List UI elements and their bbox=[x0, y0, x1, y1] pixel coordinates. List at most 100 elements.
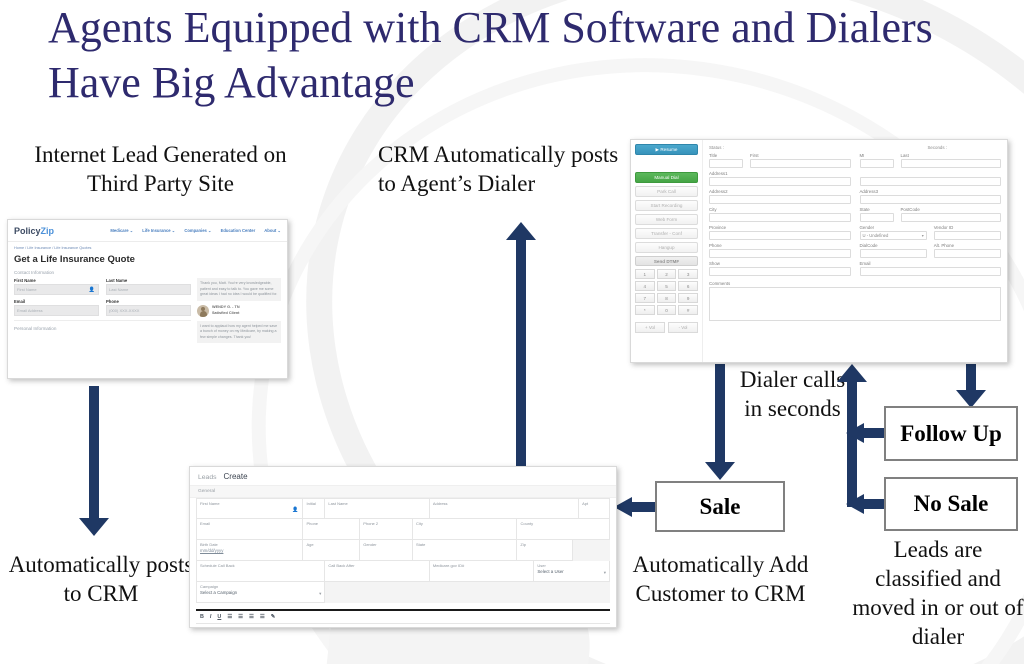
leads-field-gender[interactable]: Gender bbox=[360, 540, 413, 561]
comments-textarea[interactable] bbox=[709, 287, 1001, 321]
address1-input[interactable] bbox=[709, 177, 851, 186]
format-i-button[interactable]: I bbox=[210, 614, 212, 620]
dialer-button-resume[interactable]: ▶ Resume bbox=[635, 144, 698, 155]
policyzip-nav-item-0[interactable]: Medicare ⌄ bbox=[110, 228, 133, 233]
keypad-key-1[interactable]: 1 bbox=[635, 269, 655, 279]
city-input[interactable] bbox=[709, 213, 851, 222]
mi-label: MI bbox=[859, 153, 865, 158]
input-placeholder: Last Name bbox=[109, 287, 129, 292]
keypad-key-6[interactable]: 6 bbox=[678, 281, 698, 291]
dialer-button-transfer-conf[interactable]: Transfer - Conf bbox=[635, 228, 698, 239]
leads-field-medicare-gov-id[interactable]: Medicare.gov ID# bbox=[429, 561, 535, 582]
leads-field-call-back-after[interactable]: Call Back After bbox=[325, 561, 430, 582]
leads-field-state[interactable]: State bbox=[412, 540, 518, 561]
field-first-name[interactable]: First Name First Name 👤 bbox=[14, 278, 99, 295]
alt-phone-input[interactable] bbox=[933, 249, 1001, 258]
keypad-key-9[interactable]: 9 bbox=[678, 293, 698, 303]
keypad-key-0[interactable]: 0 bbox=[656, 305, 677, 315]
dialcode-input[interactable] bbox=[859, 249, 927, 258]
email-input[interactable] bbox=[859, 267, 1001, 276]
vendor-id-input[interactable] bbox=[933, 231, 1001, 240]
dialer-volume-controls[interactable]: + Vol - Vol bbox=[635, 322, 698, 333]
keypad-key-7[interactable]: 7 bbox=[635, 293, 655, 303]
leads-field-phone-2[interactable]: Phone 2 bbox=[360, 519, 413, 540]
policyzip-nav-links[interactable]: Medicare ⌄ Life Insurance ⌄ Companies ⌄ Edu… bbox=[110, 228, 281, 233]
policyzip-nav-item-3[interactable]: Education Center bbox=[221, 228, 256, 233]
keypad-key-4[interactable]: 4 bbox=[635, 281, 655, 291]
first-name-input[interactable]: First Name 👤 bbox=[14, 284, 99, 295]
leads-field-email[interactable]: Email bbox=[196, 519, 304, 540]
keypad-key-#[interactable]: # bbox=[678, 305, 698, 315]
policyzip-nav-item-2[interactable]: Companies ⌄ bbox=[184, 228, 211, 233]
field-label: Age bbox=[306, 542, 314, 547]
first-input[interactable] bbox=[750, 159, 851, 168]
volume-up-button[interactable]: + Vol bbox=[635, 322, 665, 333]
keypad-key-2[interactable]: 2 bbox=[656, 269, 677, 279]
dialer-button-start-recording[interactable]: Start Recording bbox=[635, 200, 698, 211]
dialer-button-manual-dial[interactable]: Manual Dial bbox=[635, 172, 698, 183]
address2-input[interactable] bbox=[709, 195, 851, 204]
keypad-key-5[interactable]: 5 bbox=[656, 281, 677, 291]
policyzip-nav-item-1[interactable]: Life Insurance ⌄ bbox=[142, 228, 175, 233]
format-u-button[interactable]: U bbox=[217, 614, 221, 620]
province-input[interactable] bbox=[709, 231, 851, 240]
leads-field-user[interactable]: User Select a User bbox=[534, 561, 611, 582]
align-right-icon[interactable]: ☰ bbox=[249, 614, 254, 620]
leads-field-schedule-call-back[interactable]: Schedule Call Back bbox=[196, 561, 326, 582]
gender-label: Gender bbox=[859, 225, 875, 230]
leads-field-birth-date[interactable]: Birth Date mm/dd/yyyy bbox=[196, 540, 304, 561]
leads-field-city[interactable]: City bbox=[412, 519, 518, 540]
dialer-button-hangup[interactable]: Hangup bbox=[635, 242, 698, 253]
leads-field-age[interactable]: Age bbox=[303, 540, 361, 561]
leads-field-initial[interactable]: Initial bbox=[303, 498, 326, 519]
flow-box-no-sale[interactable]: No Sale bbox=[884, 477, 1018, 531]
last-input[interactable] bbox=[900, 159, 1001, 168]
testimonial-text-2: I want to applaud how my agent helped me… bbox=[197, 320, 281, 344]
field-last-name[interactable]: Last Name Last Name bbox=[106, 278, 191, 295]
leads-spacer-cell bbox=[573, 540, 610, 561]
notes-editor[interactable]: Type something bbox=[196, 624, 610, 627]
field-phone[interactable]: Phone (000) XXX-XXXX bbox=[106, 299, 191, 316]
phone-input[interactable] bbox=[709, 249, 851, 258]
leads-field-campaign[interactable]: Campaign Select a Campaign bbox=[196, 582, 326, 603]
leads-field-apt[interactable]: Apt bbox=[579, 498, 610, 519]
field-email[interactable]: Email Email Address bbox=[14, 299, 99, 316]
mi-input[interactable] bbox=[859, 159, 894, 168]
dialer-keypad[interactable]: 1 2 3 4 5 6 7 8 9 * 0 # bbox=[635, 269, 698, 315]
leads-field-county[interactable]: County bbox=[517, 519, 610, 540]
state-input[interactable] bbox=[859, 213, 894, 222]
leads-breadcrumb[interactable]: Leads bbox=[198, 474, 217, 481]
leads-field-first-name[interactable]: First Name 👤 bbox=[196, 498, 304, 519]
keypad-key-*[interactable]: * bbox=[635, 305, 655, 315]
email-input[interactable]: Email Address bbox=[14, 305, 99, 316]
dialer-button-web-form[interactable]: Web Form bbox=[635, 214, 698, 225]
align-justify-icon[interactable]: ☰ bbox=[260, 614, 265, 620]
gender-select[interactable]: U - Undefined bbox=[859, 231, 927, 240]
volume-down-button[interactable]: - Vol bbox=[668, 322, 698, 333]
show-input[interactable] bbox=[709, 267, 851, 276]
phone-input[interactable]: (000) XXX-XXXX bbox=[106, 305, 191, 316]
leads-field-zip[interactable]: Zip bbox=[517, 540, 574, 561]
policyzip-nav-item-4[interactable]: About ⌄ bbox=[264, 228, 281, 233]
keypad-key-8[interactable]: 8 bbox=[656, 293, 677, 303]
send-dtmf-button[interactable]: Send DTMF bbox=[635, 256, 698, 266]
link-icon[interactable]: ✎ bbox=[271, 614, 276, 620]
postcode-label: PostCode bbox=[900, 207, 920, 212]
align-center-icon[interactable]: ☰ bbox=[238, 614, 243, 620]
leads-field-address[interactable]: Address bbox=[429, 498, 580, 519]
address3-input[interactable] bbox=[859, 195, 1001, 204]
postcode-input[interactable] bbox=[900, 213, 1001, 222]
dialer-button-park-call[interactable]: Park Call bbox=[635, 186, 698, 197]
title-input[interactable] bbox=[709, 159, 743, 168]
rich-text-toolbar[interactable]: B I U ☰ ☰ ☰ ☰ ✎ bbox=[196, 609, 610, 624]
policyzip-logo[interactable]: PolicyZip bbox=[14, 226, 54, 236]
last-name-input[interactable]: Last Name bbox=[106, 284, 191, 295]
align-left-icon[interactable]: ☰ bbox=[227, 614, 232, 620]
format-b-button[interactable]: B bbox=[200, 614, 204, 620]
flow-box-sale[interactable]: Sale bbox=[655, 481, 785, 532]
leads-field-phone[interactable]: Phone bbox=[303, 519, 361, 540]
flow-box-follow-up[interactable]: Follow Up bbox=[884, 406, 1018, 461]
address1-right-input[interactable] bbox=[859, 177, 1001, 186]
keypad-key-3[interactable]: 3 bbox=[678, 269, 698, 279]
leads-field-last-name[interactable]: Last Name bbox=[325, 498, 430, 519]
